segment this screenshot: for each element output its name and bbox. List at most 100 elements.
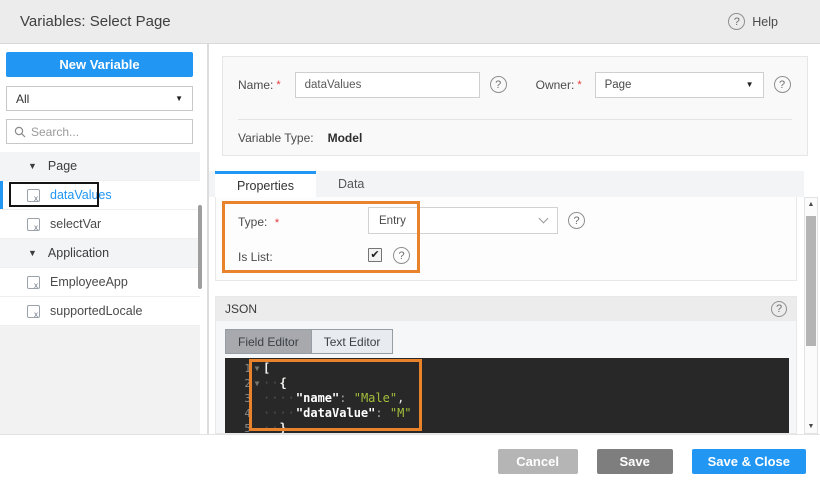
sidebar-item-dataValues[interactable]: x dataValues: [0, 181, 200, 210]
type-select[interactable]: Entry: [368, 207, 558, 234]
variable-detail-pane: Name: * ? Owner: * Page ▼ ? Variable Typ…: [209, 44, 820, 434]
name-label: Name:: [238, 77, 274, 92]
is-list-checkbox[interactable]: ✔: [368, 248, 382, 262]
variable-type-row: Variable Type: Model: [238, 131, 362, 145]
sidebar-filler: [0, 326, 200, 434]
indent-guide: ··: [263, 376, 280, 390]
tree-group-label: Application: [47, 246, 110, 260]
code-fold-spacer: [251, 391, 263, 406]
help-link[interactable]: ? Help: [728, 13, 778, 30]
scrollbar-thumb[interactable]: [806, 216, 816, 346]
variable-filter-value: All: [16, 91, 30, 106]
variable-icon: x: [27, 188, 40, 203]
tree-item-label: selectVar: [50, 217, 102, 231]
properties-scroll-area: Type: * Entry ? Is List: ✔ ? JSON ? Fiel…: [209, 197, 804, 434]
variables-dialog: Variables: Select Page ? Help New Variab…: [0, 0, 820, 488]
variables-sidebar: New Variable All ▼ ▼PagexdataValuesxsele…: [0, 44, 200, 434]
owner-value: Page: [604, 78, 632, 91]
name-owner-row: Name: * ? Owner: * Page ▼ ?: [238, 71, 792, 98]
collapse-caret-icon: ▼: [28, 248, 37, 258]
scroll-down-arrow[interactable]: ▼: [805, 423, 817, 430]
variable-type-value: Model: [327, 131, 363, 145]
json-title: JSON: [225, 302, 258, 316]
is-list-help-icon[interactable]: ?: [393, 247, 410, 264]
text-editor-button[interactable]: Text Editor: [311, 330, 393, 353]
code-line: 3 ···· "name": "Male",: [225, 391, 789, 406]
sidebar-item-supportedLocale[interactable]: x supportedLocale: [0, 297, 200, 326]
type-required-mark: *: [274, 217, 280, 229]
variable-filter-select[interactable]: All ▼: [6, 86, 193, 111]
indent-guide: ····: [263, 406, 296, 420]
code-token-comma: ,: [397, 391, 405, 405]
line-number: 4: [244, 407, 251, 420]
is-list-label: Is List:: [238, 250, 273, 264]
help-label: Help: [752, 14, 778, 29]
line-number: 5: [244, 422, 251, 434]
code-token-colon: :: [339, 391, 354, 405]
dialog-header: Variables: Select Page ? Help: [0, 0, 820, 44]
json-help-icon[interactable]: ?: [771, 301, 787, 317]
collapse-caret-icon: ▼: [28, 161, 37, 171]
field-editor-button[interactable]: Field Editor: [226, 330, 312, 353]
vertical-scrollbar: ▲ ▼: [804, 197, 818, 434]
json-panel-header: JSON ?: [216, 297, 796, 321]
cancel-button[interactable]: Cancel: [497, 449, 578, 474]
line-number: 2: [244, 377, 251, 390]
checkmark-icon: ✔: [370, 248, 380, 261]
code-fold-spacer: [251, 421, 263, 433]
save-button[interactable]: Save: [596, 449, 673, 474]
code-token-key: "dataValue": [295, 406, 376, 420]
search-input[interactable]: [31, 124, 171, 139]
code-token-string: "M": [389, 406, 412, 420]
tree-group-Page[interactable]: ▼ Page: [0, 152, 200, 181]
sidebar-item-selectVar[interactable]: x selectVar: [0, 210, 200, 239]
type-help-icon[interactable]: ?: [568, 212, 585, 229]
code-token-string: "Male": [353, 391, 398, 405]
json-code-editor[interactable]: 1 ▼[2 ▼ ··{3 ···· "name": "Male", 4 ···· "dataVa…: [225, 358, 789, 434]
tab-properties[interactable]: Properties: [215, 171, 316, 197]
tree-group-label: Page: [47, 159, 78, 173]
line-number: 1: [244, 362, 251, 375]
code-line: 5 ··}: [225, 421, 789, 434]
dropdown-arrow-icon: ▼: [175, 94, 183, 103]
variable-icon: x: [27, 217, 40, 232]
type-label: Type:: [238, 215, 268, 229]
help-icon: ?: [728, 13, 746, 30]
line-number: 3: [244, 392, 251, 405]
scroll-up-arrow[interactable]: ▲: [805, 201, 817, 208]
sidebar-scrollbar-thumb[interactable]: [198, 205, 202, 289]
tab-data[interactable]: Data: [316, 171, 386, 197]
code-line: 1 ▼[: [225, 361, 789, 376]
tree-item-label: supportedLocale: [50, 304, 143, 318]
tree-group-Application[interactable]: ▼ Application: [0, 239, 200, 268]
tree-item-label: dataValues: [50, 188, 112, 202]
variable-icon: x: [27, 275, 40, 290]
variables-tree: ▼ Page x dataValues x selectVar ▼ Application x E…: [0, 152, 200, 326]
code-fold-spacer: [251, 406, 263, 421]
dialog-footer: Cancel Save Save & Close: [0, 434, 820, 488]
type-value: Entry: [379, 214, 406, 227]
type-row-label: Type: *: [238, 213, 279, 231]
code-token-key: "name": [295, 391, 340, 405]
owner-select[interactable]: Page ▼: [594, 71, 764, 98]
tree-item-label: EmployeeApp: [50, 275, 128, 289]
new-variable-button[interactable]: New Variable: [6, 52, 193, 77]
code-token-bracket: }: [279, 421, 287, 434]
code-token-bracket: [: [263, 361, 271, 375]
save-and-close-button[interactable]: Save & Close: [691, 449, 806, 474]
detail-tabs: Properties Data: [209, 171, 804, 197]
owner-label: Owner:: [535, 77, 575, 92]
properties-panel: Type: * Entry ? Is List: ✔ ?: [215, 197, 797, 281]
code-fold-icon[interactable]: ▼: [251, 361, 263, 376]
code-fold-icon[interactable]: ▼: [251, 376, 263, 391]
code-line: 4 ···· "dataValue": "M": [225, 406, 789, 421]
page-title: Variables: Select Page: [20, 13, 171, 30]
indent-guide: ····: [263, 391, 296, 405]
name-input[interactable]: [294, 71, 480, 98]
sidebar-item-EmployeeApp[interactable]: x EmployeeApp: [0, 268, 200, 297]
panel-divider: [238, 119, 792, 120]
owner-help-icon[interactable]: ?: [773, 76, 791, 93]
name-help-icon[interactable]: ?: [489, 76, 507, 93]
variable-info-panel: Name: * ? Owner: * Page ▼ ? Variable Typ…: [222, 56, 808, 156]
variable-icon: x: [27, 304, 40, 319]
